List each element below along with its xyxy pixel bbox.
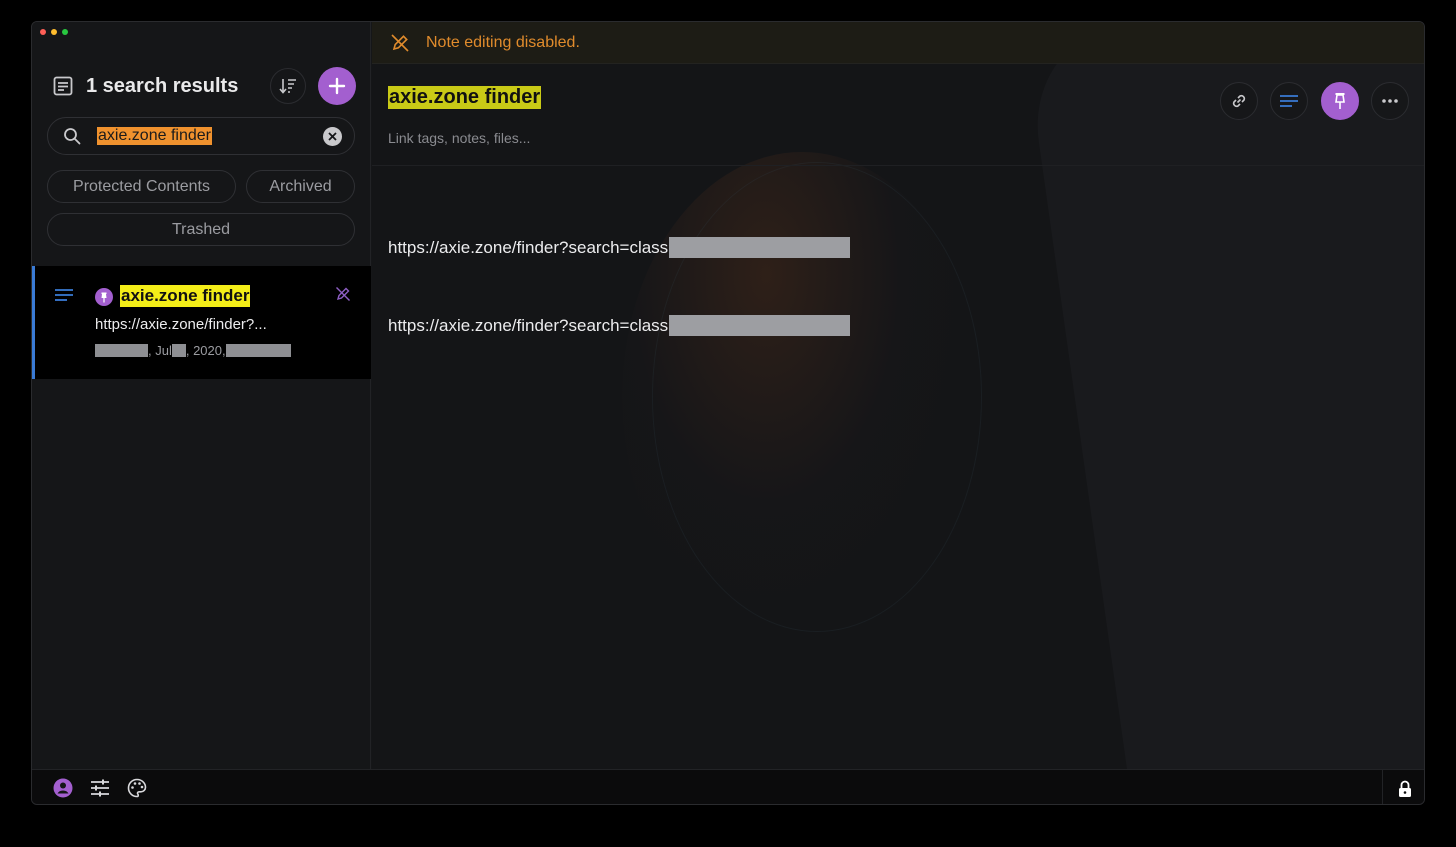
- redacted-block: [225, 344, 291, 357]
- pin-icon: [101, 292, 107, 302]
- account-icon: [53, 778, 73, 798]
- banner-text: Note editing disabled.: [426, 33, 580, 51]
- settings-icon: [91, 779, 109, 797]
- account-button[interactable]: [52, 777, 74, 799]
- redacted-block: [669, 237, 851, 258]
- sort-icon: [279, 79, 296, 94]
- lock-button[interactable]: [1382, 770, 1424, 804]
- window-controls: [40, 29, 68, 35]
- filter-protected-contents[interactable]: Protected Contents: [47, 170, 236, 203]
- search-box[interactable]: axie.zone finder: [47, 117, 355, 155]
- filter-archived[interactable]: Archived: [246, 170, 355, 203]
- background-shape: [1022, 22, 1424, 769]
- note-title[interactable]: axie.zone finder: [388, 86, 542, 109]
- search-input[interactable]: axie.zone finder: [97, 127, 212, 145]
- note-editor: Note editing disabled. axie.zone finder …: [372, 22, 1424, 769]
- lines-icon: [55, 289, 73, 301]
- note-item-date-month: , Jul: [148, 343, 172, 358]
- more-options-button[interactable]: [1371, 82, 1409, 120]
- footer-bar: [32, 769, 1424, 804]
- editing-disabled-banner: Note editing disabled.: [372, 22, 1424, 64]
- clear-icon: [328, 131, 337, 141]
- pinned-badge: [95, 288, 113, 306]
- pin-icon: [1335, 93, 1345, 109]
- redacted-block: [95, 344, 148, 357]
- redacted-block: [669, 315, 851, 336]
- clear-search-button[interactable]: [323, 126, 342, 146]
- note-item-snippet: https://axie.zone/finder?...: [95, 316, 267, 333]
- sort-button[interactable]: [270, 68, 306, 104]
- lock-icon: [1398, 780, 1411, 797]
- notes-sidebar: 1 search results axie.zone finder Protec…: [32, 22, 371, 769]
- filter-trashed[interactable]: Trashed: [47, 213, 355, 246]
- add-note-button[interactable]: [318, 67, 356, 105]
- note-item-title: axie.zone finder: [120, 285, 251, 307]
- pencil-off-icon: [336, 287, 350, 301]
- close-window-button[interactable]: [40, 29, 46, 35]
- note-list-item[interactable]: axie.zone finder https://axie.zone/finde…: [32, 266, 371, 379]
- zoom-window-button[interactable]: [62, 29, 68, 35]
- paragraph-text: https://axie.zone/finder?search=class: [388, 315, 669, 335]
- note-paragraph: https://axie.zone/finder?search=class: [388, 315, 851, 336]
- header-divider: [372, 165, 1424, 166]
- redacted-block: [171, 344, 186, 357]
- pencil-off-icon: [391, 33, 409, 52]
- search-icon: [64, 128, 81, 145]
- link-icon: [1232, 94, 1246, 108]
- sidebar-header: 1 search results: [52, 67, 356, 105]
- minimize-window-button[interactable]: [51, 29, 57, 35]
- note-item-date: , Jul , 2020,: [95, 343, 291, 358]
- pin-button[interactable]: [1321, 82, 1359, 120]
- sidebar-title: 1 search results: [86, 74, 239, 97]
- note-type-button[interactable]: [1270, 82, 1308, 120]
- notes-icon: [53, 76, 73, 96]
- plus-icon: [328, 77, 346, 95]
- app-window: 1 search results axie.zone finder Protec…: [31, 21, 1425, 805]
- link-button[interactable]: [1220, 82, 1258, 120]
- paragraph-text: https://axie.zone/finder?search=class: [388, 237, 669, 257]
- link-tags-input[interactable]: Link tags, notes, files...: [388, 130, 530, 146]
- lines-icon: [1280, 95, 1298, 107]
- more-icon: [1382, 99, 1398, 103]
- palette-icon: [127, 778, 147, 798]
- themes-button[interactable]: [126, 777, 148, 799]
- note-item-date-year: , 2020,: [185, 343, 226, 358]
- note-paragraph: https://axie.zone/finder?search=class: [388, 237, 851, 258]
- preferences-button[interactable]: [89, 777, 111, 799]
- background-globe: [652, 162, 982, 632]
